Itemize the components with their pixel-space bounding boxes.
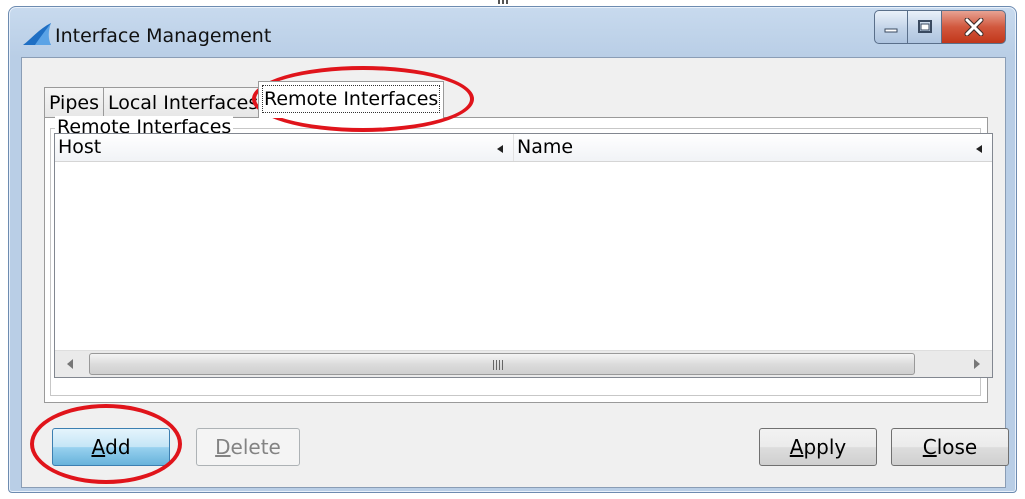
arrow-right-icon <box>974 359 980 369</box>
column-header-name[interactable]: Name <box>514 134 992 161</box>
sort-arrow-icon <box>497 145 503 153</box>
close-mnemonic: C <box>922 435 937 459</box>
add-rest: dd <box>105 435 131 459</box>
apply-mnemonic: A <box>789 435 804 459</box>
scroll-left-button[interactable] <box>55 351 85 377</box>
column-name-label: Name <box>517 136 574 158</box>
close-button[interactable]: Close <box>891 428 1009 466</box>
delete-button[interactable]: Delete <box>196 428 300 466</box>
sort-arrow-icon <box>976 145 982 153</box>
arrow-left-icon <box>67 359 73 369</box>
minimize-button[interactable] <box>874 10 908 44</box>
close-rest: lose <box>936 435 978 459</box>
close-icon <box>964 18 983 36</box>
tab-pipes[interactable]: Pipes <box>44 87 104 118</box>
remote-interfaces-list[interactable]: Host Name <box>54 133 993 378</box>
apply-button[interactable]: Apply <box>759 428 877 466</box>
tab-local-interfaces[interactable]: Local Interfaces <box>102 87 259 118</box>
tab-remote-interfaces[interactable]: Remote Interfaces <box>257 81 445 118</box>
horizontal-scrollbar[interactable] <box>55 350 992 377</box>
window-grip <box>498 0 510 4</box>
dialog-window: Interface Management Pipes Local Interfa… <box>8 6 1017 493</box>
thumb-grip-icon <box>493 360 503 370</box>
tab-pipes-label: Pipes <box>49 92 99 114</box>
tab-remote-interfaces-label: Remote Interfaces <box>261 85 441 113</box>
close-window-button[interactable] <box>942 10 1006 44</box>
column-host-label: Host <box>58 136 102 158</box>
delete-mnemonic: D <box>215 435 231 459</box>
maximize-button[interactable] <box>908 10 942 44</box>
dialog-client-area: Pipes Local Interfaces Remote Interfaces… <box>21 57 1009 488</box>
add-mnemonic: A <box>91 435 106 459</box>
window-title: Interface Management <box>55 25 272 47</box>
column-header-host[interactable]: Host <box>55 134 514 161</box>
apply-rest: pply <box>803 435 847 459</box>
tab-local-interfaces-label: Local Interfaces <box>107 92 259 114</box>
delete-rest: elete <box>230 435 281 459</box>
shark-fin-icon <box>23 23 51 45</box>
tab-strip: Pipes Local Interfaces Remote Interfaces <box>44 81 445 118</box>
scrollbar-thumb[interactable] <box>89 353 915 375</box>
list-body[interactable] <box>55 162 992 351</box>
remote-interfaces-panel: Remote Interfaces Host Name <box>44 116 993 403</box>
minimize-icon <box>884 28 898 33</box>
caption-buttons <box>874 10 1006 44</box>
list-header: Host Name <box>55 134 992 162</box>
maximize-icon <box>917 20 932 33</box>
add-button[interactable]: Add <box>52 428 170 466</box>
scroll-right-button[interactable] <box>962 351 992 377</box>
